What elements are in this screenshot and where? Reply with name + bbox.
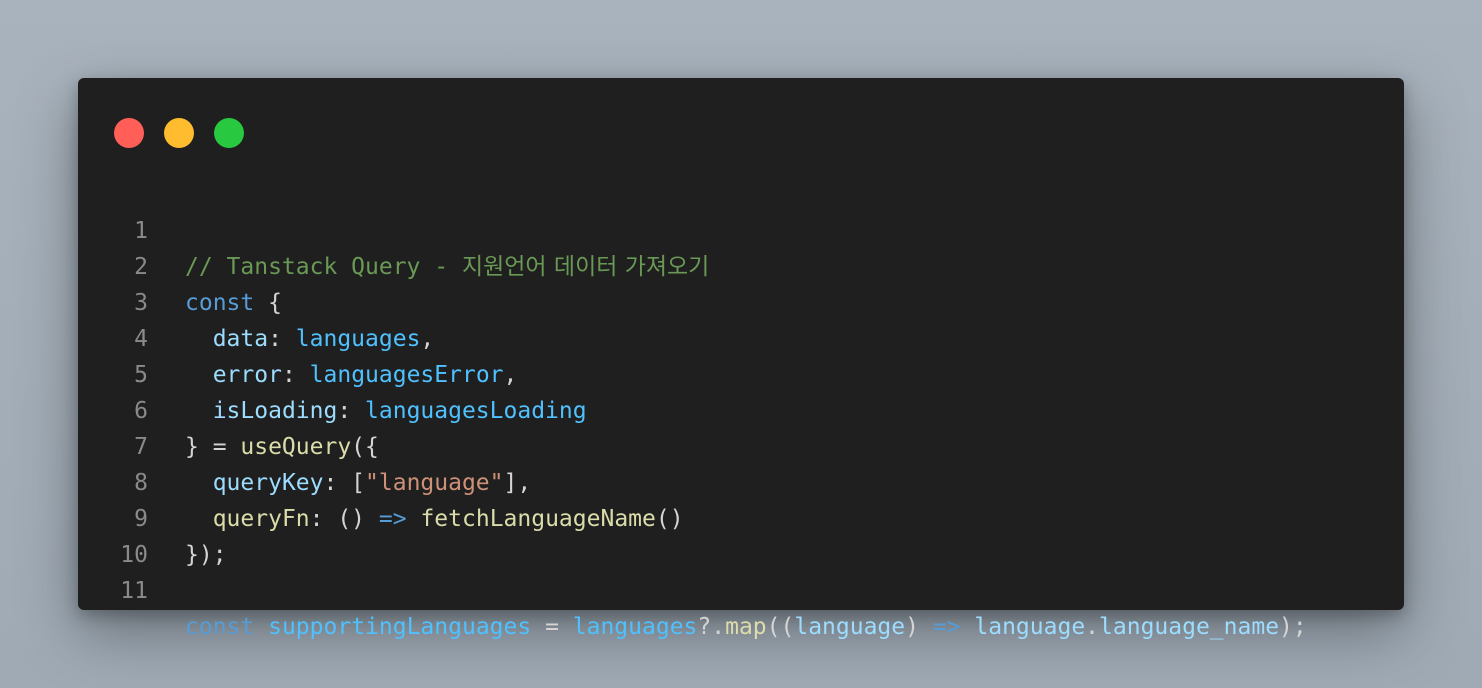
keyword: const — [185, 614, 255, 640]
code-window: 1 // Tanstack Query - 지원언어 데이터 가져오기 2 co… — [78, 78, 1404, 640]
code-line: 1 // Tanstack Query - 지원언어 데이터 가져오기 — [78, 177, 1404, 280]
arrow-operator: => — [932, 614, 961, 640]
minimize-button[interactable] — [164, 118, 194, 148]
code-line: 7 queryKey: ["language"], — [78, 393, 1404, 496]
function-name: map — [725, 614, 767, 640]
code-line: 5 isLoading: languagesLoading — [78, 321, 1404, 424]
parameter: language — [974, 614, 1086, 640]
parameter: language — [794, 614, 906, 640]
property: language_name — [1099, 614, 1280, 640]
line-number: 11 — [120, 578, 148, 604]
code-line: 9 }); — [78, 465, 1404, 568]
variable: languages — [572, 614, 698, 640]
window-controls — [114, 118, 244, 148]
variable: supportingLanguages — [268, 614, 532, 640]
code-block: 1 // Tanstack Query - 지원언어 데이터 가져오기 2 co… — [78, 177, 1404, 640]
code-line: 3 data: languages, — [78, 249, 1404, 352]
maximize-button[interactable] — [214, 118, 244, 148]
close-button[interactable] — [114, 118, 144, 148]
code-line: 4 error: languagesError, — [78, 285, 1404, 388]
code-line: 10 — [78, 501, 1404, 568]
code-line: 8 queryFn: () => fetchLanguageName() — [78, 429, 1404, 532]
code-line: 2 const { — [78, 213, 1404, 316]
code-line: 6 } = useQuery({ — [78, 357, 1404, 460]
code-line: 11 const supportingLanguages = languages… — [78, 537, 1404, 640]
